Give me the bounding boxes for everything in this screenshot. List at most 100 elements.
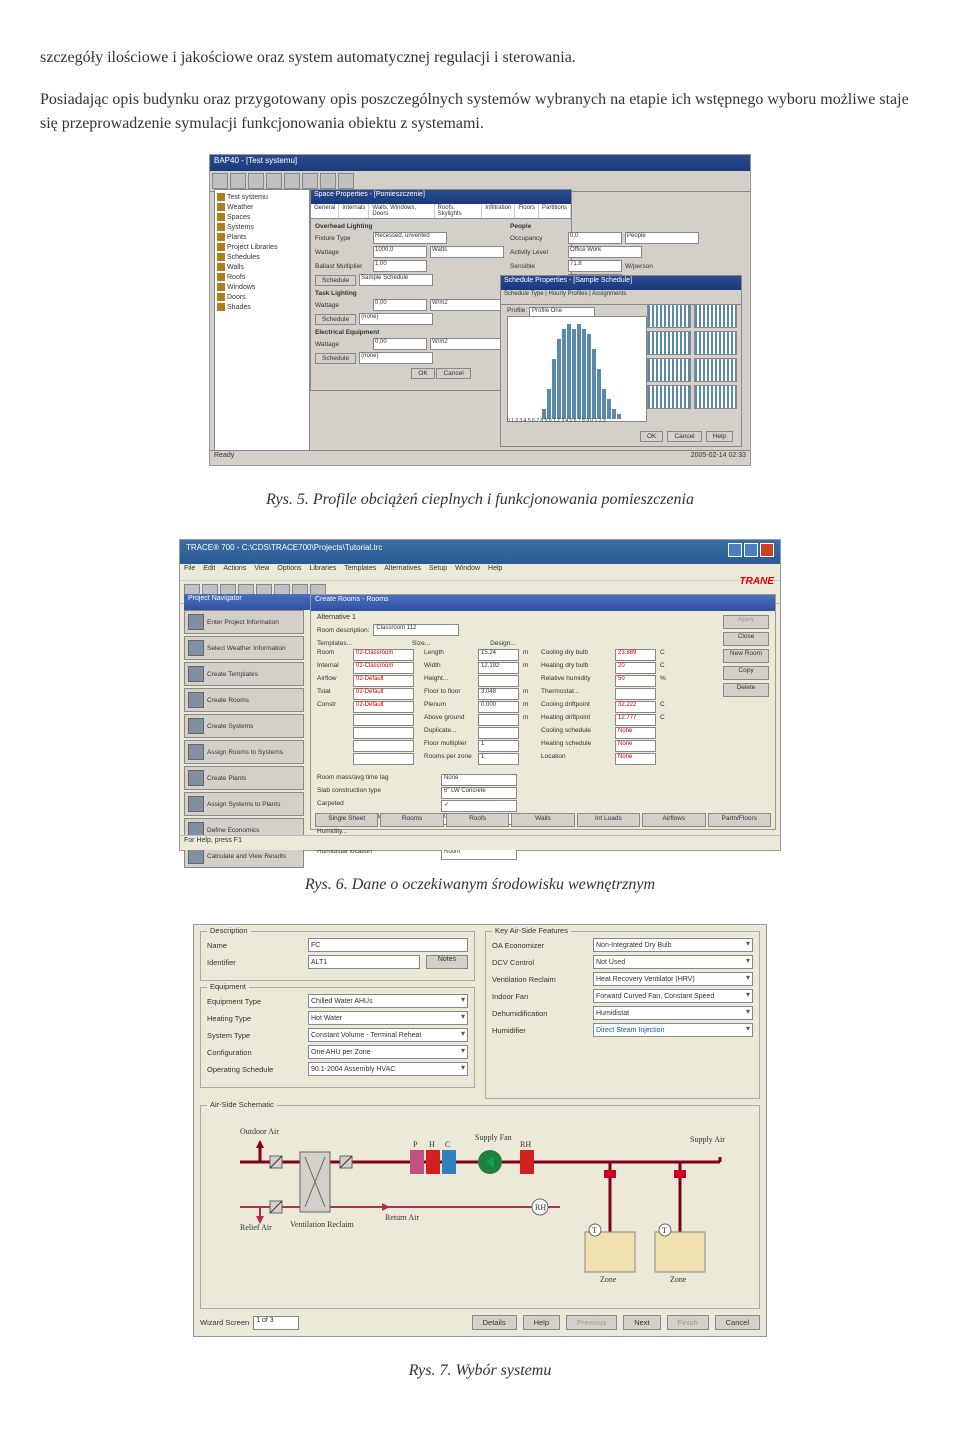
nav-button[interactable]: Create Systems xyxy=(184,714,304,738)
tab[interactable]: General xyxy=(311,204,339,218)
bottom-tabs[interactable]: Single SheetRoomsRoofsWallsInt LoadsAirf… xyxy=(315,813,771,827)
ok-button[interactable]: OK xyxy=(640,431,663,442)
tree-item[interactable]: Test systemu xyxy=(217,192,307,202)
tb-icon[interactable] xyxy=(284,173,300,189)
new-room-button[interactable]: New Room xyxy=(723,649,769,663)
cancel-button[interactable]: Cancel xyxy=(667,431,701,442)
schedule-button[interactable]: Schedule xyxy=(315,314,356,325)
thumb[interactable] xyxy=(694,385,738,409)
menu-item[interactable]: File xyxy=(184,565,195,579)
tb-icon[interactable] xyxy=(302,173,318,189)
activity-select[interactable]: Office Work xyxy=(568,246,642,258)
nav-button[interactable]: Assign Systems to Plants xyxy=(184,792,304,816)
select[interactable] xyxy=(353,727,414,739)
thumb[interactable] xyxy=(694,304,738,328)
tree-item[interactable]: Project Libraries xyxy=(217,242,307,252)
view-tab[interactable]: Partn/Floors xyxy=(708,813,771,827)
input[interactable]: None xyxy=(615,753,656,765)
menu-item[interactable]: Window xyxy=(455,565,480,579)
menu-item[interactable]: Alternatives xyxy=(384,565,421,579)
help-button[interactable]: Help xyxy=(523,1315,560,1330)
input[interactable]: 0.000 xyxy=(478,701,519,713)
thumb[interactable] xyxy=(694,331,738,355)
schedule-select[interactable]: Sample Schedule xyxy=(359,274,433,286)
tree-item[interactable]: Roofs xyxy=(217,272,307,282)
view-tab[interactable]: Int Loads xyxy=(577,813,640,827)
tb-icon[interactable] xyxy=(212,173,228,189)
input[interactable]: 1 xyxy=(478,740,519,752)
tree-item[interactable]: Schedules xyxy=(217,252,307,262)
menu-item[interactable]: Edit xyxy=(203,565,215,579)
nav-button[interactable]: Create Rooms xyxy=(184,688,304,712)
tabs[interactable]: GeneralInternalsWalls, Windows, DoorsRoo… xyxy=(311,204,571,219)
input[interactable]: None xyxy=(615,727,656,739)
input[interactable] xyxy=(478,675,519,687)
select[interactable]: 02-Default xyxy=(353,688,414,700)
input[interactable]: 6" LW Concrete xyxy=(441,787,517,799)
menu-item[interactable]: View xyxy=(254,565,269,579)
delete-button[interactable]: Delete xyxy=(723,683,769,697)
select[interactable] xyxy=(353,714,414,726)
view-tab[interactable]: Walls xyxy=(511,813,574,827)
thumb[interactable] xyxy=(694,358,738,382)
select[interactable]: 02-Default xyxy=(353,701,414,713)
cancel-button[interactable]: Cancel xyxy=(436,368,470,379)
input[interactable]: 1 xyxy=(478,753,519,765)
tb-icon[interactable] xyxy=(338,173,354,189)
select[interactable]: Not Used xyxy=(593,955,753,969)
tab[interactable]: Infiltration xyxy=(482,204,515,218)
select[interactable] xyxy=(353,753,414,765)
tree-item[interactable]: Walls xyxy=(217,262,307,272)
select[interactable]: Humidistat xyxy=(593,1006,753,1020)
view-tab[interactable]: Single Sheet xyxy=(315,813,378,827)
tree-item[interactable]: Spaces xyxy=(217,212,307,222)
select[interactable]: Hot Water xyxy=(308,1011,468,1025)
next-button[interactable]: Next xyxy=(623,1315,660,1330)
ok-button[interactable]: OK xyxy=(411,368,434,379)
details-button[interactable]: Details xyxy=(472,1315,517,1330)
nav-button[interactable]: Enter Project Information xyxy=(184,610,304,634)
tree-item[interactable]: Plants xyxy=(217,232,307,242)
tb-icon[interactable] xyxy=(248,173,264,189)
input[interactable]: 0,00 xyxy=(373,338,427,350)
notes-button[interactable]: Notes xyxy=(426,955,468,969)
cancel-button[interactable]: Cancel xyxy=(715,1315,760,1330)
schedule-select[interactable]: (none) xyxy=(359,313,433,325)
select[interactable]: Forward Curved Fan, Constant Speed xyxy=(593,989,753,1003)
tb-icon[interactable] xyxy=(320,173,336,189)
input[interactable]: 12.777 xyxy=(615,714,656,726)
input[interactable]: 3.048 xyxy=(478,688,519,700)
close-icon[interactable] xyxy=(760,543,774,557)
menu-item[interactable]: Options xyxy=(277,565,301,579)
unit-select[interactable]: People xyxy=(625,232,699,244)
thumb[interactable] xyxy=(647,385,691,409)
tab[interactable]: Internals xyxy=(339,204,369,218)
input[interactable]: 0,0 xyxy=(568,232,622,244)
id-input[interactable]: ALT1 xyxy=(308,955,420,969)
tree-item[interactable]: Systems xyxy=(217,222,307,232)
menu-item[interactable]: Setup xyxy=(429,565,447,579)
thumb[interactable] xyxy=(647,331,691,355)
nav-button[interactable]: Create Templates xyxy=(184,662,304,686)
roomdesc-input[interactable]: Classroom 112 xyxy=(373,624,459,636)
input[interactable]: 15.24 xyxy=(478,649,519,661)
select[interactable]: 90.1-2004 Assembly HVAC xyxy=(308,1062,468,1076)
fixture-type-select[interactable]: Recessed, unvented xyxy=(373,232,447,244)
tab[interactable]: Floors xyxy=(515,204,539,218)
finish-button[interactable]: Finish xyxy=(667,1315,709,1330)
tree-item[interactable]: Shades xyxy=(217,302,307,312)
nav-button[interactable]: Assign Rooms to Systems xyxy=(184,740,304,764)
tree-item[interactable]: Weather xyxy=(217,202,307,212)
thumb[interactable] xyxy=(647,358,691,382)
menu-item[interactable]: Libraries xyxy=(309,565,336,579)
sched-tabs[interactable]: Schedule Type | Hourly Profiles | Assign… xyxy=(501,290,741,305)
tb-icon[interactable] xyxy=(230,173,246,189)
select[interactable]: Heat Recovery Ventilator (HRV) xyxy=(593,972,753,986)
thumb[interactable] xyxy=(647,304,691,328)
input[interactable] xyxy=(478,714,519,726)
view-tab[interactable]: Roofs xyxy=(446,813,509,827)
select[interactable] xyxy=(353,740,414,752)
input[interactable]: None xyxy=(441,774,517,786)
tb-icon[interactable] xyxy=(266,173,282,189)
tree-item[interactable]: Doors xyxy=(217,292,307,302)
